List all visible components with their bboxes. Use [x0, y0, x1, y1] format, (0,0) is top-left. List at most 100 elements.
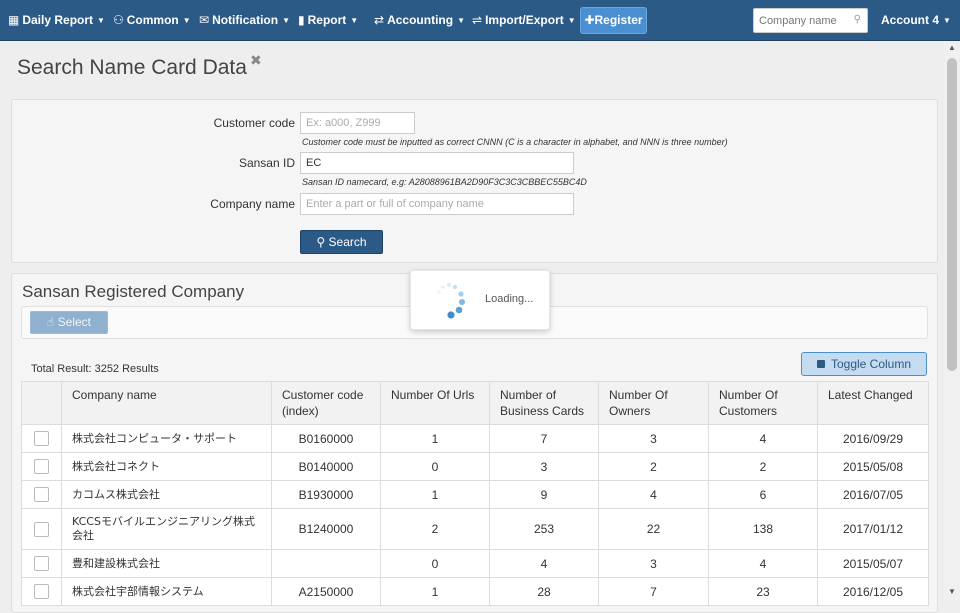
register-button[interactable]: ✚Register: [580, 7, 647, 34]
row-checkbox[interactable]: [34, 584, 49, 600]
cell-customer-code: B1930000: [271, 480, 381, 509]
sansan-id-input[interactable]: [300, 152, 574, 174]
close-icon[interactable]: ✖: [250, 52, 262, 69]
row-checkbox[interactable]: [34, 459, 49, 475]
cell-latest-changed: 2017/01/12: [817, 508, 929, 550]
search-button[interactable]: ⚲ Search: [300, 230, 383, 254]
cell-owners: 22: [598, 508, 709, 550]
cell-customer-code: B0160000: [271, 424, 381, 453]
cell-urls: 2: [380, 508, 490, 550]
table-row[interactable]: KCCSモバイルエンジニアリング株式会社 B1240000 2 253 22 1…: [21, 508, 929, 550]
cell-owners: 4: [598, 480, 709, 509]
table-row[interactable]: カコムス株式会社 B1930000 1 9 4 6 2016/07/05: [21, 480, 929, 509]
hand-pointer-icon: ☝: [46, 315, 55, 329]
cell-urls: 0: [380, 549, 490, 578]
bar-chart-icon: ▮: [298, 13, 305, 27]
row-checkbox-cell: [21, 452, 62, 481]
column-header-customers[interactable]: Number Of Customers: [708, 381, 818, 425]
cell-latest-changed: 2015/05/07: [817, 549, 929, 578]
scroll-down-arrow-icon[interactable]: ▼: [944, 587, 960, 596]
row-checkbox-cell: [21, 508, 62, 550]
column-header-select: [21, 381, 62, 425]
table-row[interactable]: 豊和建設株式会社 0 4 3 4 2015/05/07: [21, 549, 929, 578]
nav-accounting[interactable]: ⇄ Accounting ▼: [374, 0, 465, 40]
cell-business-cards: 4: [489, 549, 599, 578]
sansan-id-help: Sansan ID namecard, e.g: A28088961BA2D90…: [302, 177, 587, 187]
cell-company-name: カコムス株式会社: [61, 480, 272, 509]
calendar-icon: ▦: [8, 13, 20, 27]
total-results: Total Result: 3252 Results: [31, 363, 159, 375]
table-row[interactable]: 株式会社コンピュータ・サポート B0160000 1 7 3 4 2016/09…: [21, 424, 929, 453]
cell-customers: 23: [708, 577, 818, 606]
row-checkbox[interactable]: [34, 556, 49, 572]
cell-latest-changed: 2016/09/29: [817, 424, 929, 453]
company-name-input[interactable]: [300, 193, 574, 215]
results-table: Company name Customer code (index) Numbe…: [21, 381, 929, 606]
caret-down-icon: ▼: [350, 16, 359, 25]
nav-report[interactable]: ▮ Report ▼: [298, 0, 358, 40]
caret-down-icon: ▼: [457, 16, 465, 25]
customer-code-help: Customer code must be inputted as correc…: [302, 137, 728, 147]
nav-import-export[interactable]: ⇌ Import/Export ▼: [472, 0, 576, 40]
loading-overlay: Loading...: [410, 270, 550, 330]
company-search-input[interactable]: [754, 9, 846, 32]
company-name-label: Company name: [210, 197, 295, 211]
cell-customer-code: B0140000: [271, 452, 381, 481]
loading-spinner-icon: [437, 283, 465, 319]
caret-down-icon: ▼: [943, 16, 951, 25]
register-label: Register: [594, 13, 643, 27]
caret-down-icon: ▼: [97, 16, 105, 25]
cell-urls: 0: [380, 452, 490, 481]
top-navbar: ▦ Daily Report ▼ ⚇ Common ▼ ✉ Notification ▼ ▮…: [0, 0, 960, 41]
cell-business-cards: 28: [489, 577, 599, 606]
nav-label: Notification: [212, 13, 279, 27]
nav-label: Accounting: [387, 13, 454, 27]
caret-down-icon: ▼: [182, 16, 191, 25]
table-row[interactable]: 株式会社宇部情報システム A2150000 1 28 7 23 2016/12/…: [21, 577, 929, 606]
cell-customers: 2: [708, 452, 818, 481]
caret-down-icon: ▼: [282, 16, 290, 25]
row-checkbox-cell: [21, 577, 62, 606]
cell-company-name: 豊和建設株式会社: [61, 549, 272, 578]
scroll-up-arrow-icon[interactable]: ▲: [944, 43, 960, 52]
cell-customers: 138: [708, 508, 818, 550]
cell-customer-code: [271, 549, 381, 578]
row-checkbox-cell: [21, 480, 62, 509]
sansan-id-label: Sansan ID: [238, 156, 295, 170]
nav-notification[interactable]: ✉ Notification ▼: [199, 0, 290, 40]
caret-down-icon: ▼: [567, 16, 576, 25]
cell-company-name: KCCSモバイルエンジニアリング株式会社: [61, 508, 272, 550]
search-icon[interactable]: ⚲: [854, 14, 861, 25]
cell-latest-changed: 2016/07/05: [817, 480, 929, 509]
cell-owners: 2: [598, 452, 709, 481]
column-header-owners[interactable]: Number Of Owners: [598, 381, 709, 425]
row-checkbox[interactable]: [34, 521, 49, 537]
column-header-customer-code[interactable]: Customer code (index): [271, 381, 381, 425]
list-icon: [816, 360, 825, 368]
cell-business-cards: 253: [489, 508, 599, 550]
column-header-business-cards[interactable]: Number of Business Cards: [489, 381, 599, 425]
toggle-label: Toggle Column: [830, 357, 912, 371]
scrollbar-thumb[interactable]: [947, 58, 957, 371]
table-header-row: Company name Customer code (index) Numbe…: [21, 381, 929, 425]
toggle-column-button[interactable]: Toggle Column: [801, 352, 927, 376]
column-header-company-name[interactable]: Company name: [61, 381, 272, 425]
cell-company-name: 株式会社宇部情報システム: [61, 577, 272, 606]
nav-daily-report[interactable]: ▦ Daily Report ▼: [8, 0, 105, 40]
row-checkbox[interactable]: [34, 487, 49, 503]
nav-common[interactable]: ⚇ Common ▼: [113, 0, 191, 40]
row-checkbox[interactable]: [34, 431, 49, 447]
customer-code-input[interactable]: [300, 112, 415, 134]
nav-label: Import/Export: [485, 13, 564, 27]
search-icon: ⚲: [316, 235, 326, 249]
nav-label: Daily Report: [22, 13, 94, 27]
account-menu[interactable]: Account 4 ▼: [881, 0, 951, 40]
column-header-number-of-urls[interactable]: Number Of Urls: [380, 381, 490, 425]
cell-owners: 3: [598, 424, 709, 453]
select-button[interactable]: ☝ Select: [30, 311, 108, 334]
page-scrollbar[interactable]: ▲ ▼: [944, 41, 960, 600]
plus-icon: ✚: [584, 13, 595, 27]
cell-latest-changed: 2015/05/08: [817, 452, 929, 481]
column-header-latest-changed[interactable]: Latest Changed: [817, 381, 929, 425]
table-row[interactable]: 株式会社コネクト B0140000 0 3 2 2 2015/05/08: [21, 452, 929, 481]
